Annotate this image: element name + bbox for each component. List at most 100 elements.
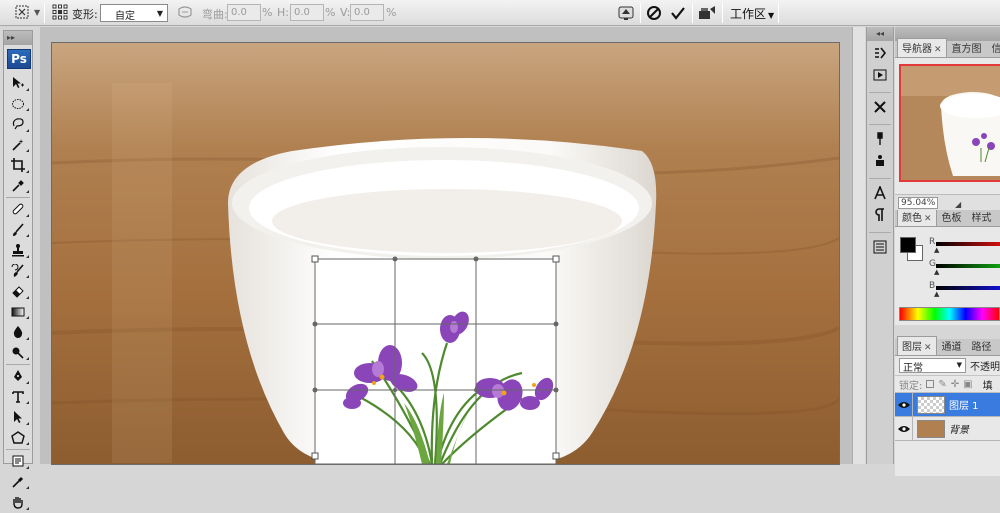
tab-navigator[interactable]: 导航器 ✕	[897, 38, 947, 57]
reference-point-icon[interactable]	[52, 4, 68, 20]
bend-input[interactable]: 0.0	[227, 4, 261, 21]
character-icon	[874, 186, 886, 200]
color-tabs: 颜色 ✕ 色板 样式	[895, 207, 1000, 227]
layer-row[interactable]: 图层 1	[895, 392, 1000, 417]
close-icon[interactable]: ✕	[924, 214, 932, 224]
color-spectrum-ramp[interactable]	[899, 307, 1000, 321]
toolbox-panel: ▸▸ Ps	[3, 30, 33, 510]
blue-slider-thumb[interactable]: ▲	[934, 290, 939, 298]
close-icon[interactable]: ✕	[924, 343, 932, 353]
path-selection-tool[interactable]	[4, 407, 32, 428]
green-slider-thumb[interactable]: ▲	[934, 268, 939, 276]
tab-paths[interactable]: 路径	[967, 336, 997, 355]
magic-wand-tool[interactable]	[4, 135, 32, 156]
layer-comps-icon	[873, 240, 887, 254]
v-distortion-input[interactable]: 0.0	[350, 4, 384, 21]
warp-orientation-icon[interactable]	[178, 5, 192, 19]
eraser-tool[interactable]	[4, 281, 32, 302]
brush-preset-icon	[877, 132, 883, 145]
brushes-panel-button[interactable]	[868, 129, 892, 149]
lock-position-icon[interactable]: ✛	[951, 379, 959, 390]
warp-style-select[interactable]: 自定 ▼	[100, 4, 168, 22]
pen-tool[interactable]	[4, 366, 32, 387]
drop-icon	[13, 326, 23, 339]
clone-stamp-tool[interactable]	[4, 240, 32, 261]
layer-comps-panel-button[interactable]	[868, 237, 892, 257]
foreground-color-swatch[interactable]	[900, 237, 916, 253]
tool-presets-panel-button[interactable]	[868, 97, 892, 117]
crop-icon	[11, 158, 25, 173]
separator	[778, 3, 779, 23]
pen-icon	[14, 370, 22, 382]
navigator-zoom-row: 95.04% ◢	[895, 194, 1000, 210]
bend-label: 弯曲:	[202, 8, 228, 21]
red-slider-thumb[interactable]: ▲	[934, 246, 939, 254]
lasso-tool[interactable]	[4, 114, 32, 135]
crop-tool[interactable]	[4, 155, 32, 176]
history-brush-icon	[11, 263, 24, 277]
brush-tool[interactable]	[4, 220, 32, 241]
tab-histogram[interactable]: 直方图	[947, 38, 987, 57]
navigator-thumbnail[interactable]	[899, 64, 1000, 182]
bridge-button[interactable]	[696, 3, 718, 23]
free-transform-icon[interactable]	[14, 4, 30, 20]
lock-all-icon[interactable]: ▣	[963, 379, 972, 390]
visibility-icon	[897, 401, 910, 408]
document-canvas[interactable]	[52, 43, 839, 464]
eyedropper-tool[interactable]	[4, 176, 32, 197]
actions-panel-button[interactable]	[868, 65, 892, 85]
blend-mode-value: 正常	[903, 363, 923, 374]
transform-mode-toggle-button[interactable]	[616, 3, 636, 23]
tab-layers[interactable]: 图层 ✕	[897, 336, 937, 355]
toolbox-collapse-handle[interactable]: ▸▸	[4, 31, 32, 45]
eye-icon[interactable]	[895, 392, 913, 417]
marquee-tool[interactable]	[4, 94, 32, 115]
layer-thumbnail	[917, 419, 945, 438]
tool-preset-chevron-icon[interactable]: ▼	[34, 8, 40, 17]
separator	[692, 3, 693, 23]
commit-transform-button[interactable]	[668, 3, 688, 23]
gradient-tool[interactable]	[4, 302, 32, 323]
type-tool[interactable]	[4, 387, 32, 408]
navigator-panel	[895, 58, 1000, 194]
history-brush-tool[interactable]	[4, 261, 32, 282]
tab-info[interactable]: 信息	[987, 38, 1000, 57]
blue-channel-slider[interactable]	[936, 286, 1000, 290]
transform-bounding-box[interactable]	[311, 255, 560, 464]
healing-brush-tool[interactable]	[4, 199, 32, 220]
transform-mode-icon	[618, 6, 634, 20]
dock-collapse-handle[interactable]: ◂◂	[867, 27, 893, 41]
move-tool[interactable]	[4, 73, 32, 94]
eyedropper-tool-2[interactable]	[4, 472, 32, 493]
tab-channels[interactable]: 通道	[937, 336, 967, 355]
photoshop-logo[interactable]: Ps	[7, 49, 31, 69]
close-icon[interactable]: ✕	[934, 45, 942, 55]
notes-tool[interactable]	[4, 451, 32, 472]
paragraph-panel-button[interactable]	[868, 205, 892, 225]
hand-tool[interactable]	[4, 492, 32, 513]
cancel-transform-button[interactable]	[644, 3, 664, 23]
lock-transparent-pixels-icon[interactable]	[926, 380, 935, 388]
green-channel-slider[interactable]	[936, 264, 1000, 268]
layer-row[interactable]: 背景	[895, 416, 1000, 441]
character-panel-button[interactable]	[868, 183, 892, 203]
shape-tool[interactable]	[4, 428, 32, 449]
lock-image-pixels-icon[interactable]: ✎	[938, 379, 946, 390]
h-distortion-input[interactable]: 0.0	[290, 4, 324, 21]
blend-mode-select[interactable]: 正常 ▼	[899, 358, 966, 374]
notes-icon	[12, 455, 24, 467]
zoom-input[interactable]: 95.04%	[898, 197, 939, 209]
lock-row: 锁定: ✎ ✛ ▣ 填	[895, 376, 1000, 393]
blur-tool[interactable]	[4, 322, 32, 343]
zoom-out-icon[interactable]: ◢	[955, 200, 961, 209]
bend-unit: %	[262, 6, 273, 19]
history-panel-button[interactable]	[868, 43, 892, 63]
layers-panel: 正常 ▼ 不透明 锁定: ✎ ✛ ▣ 填 图层 1 背景	[895, 356, 1000, 476]
document-image	[52, 43, 839, 464]
workspace-menu-button[interactable]: 工作区 ▼	[730, 5, 774, 22]
eye-icon[interactable]	[895, 416, 913, 441]
clone-source-panel-button[interactable]	[868, 151, 892, 171]
canvas-vertical-scrollbar[interactable]	[852, 27, 865, 464]
red-channel-slider[interactable]	[936, 242, 1000, 246]
dodge-tool[interactable]	[4, 343, 32, 364]
